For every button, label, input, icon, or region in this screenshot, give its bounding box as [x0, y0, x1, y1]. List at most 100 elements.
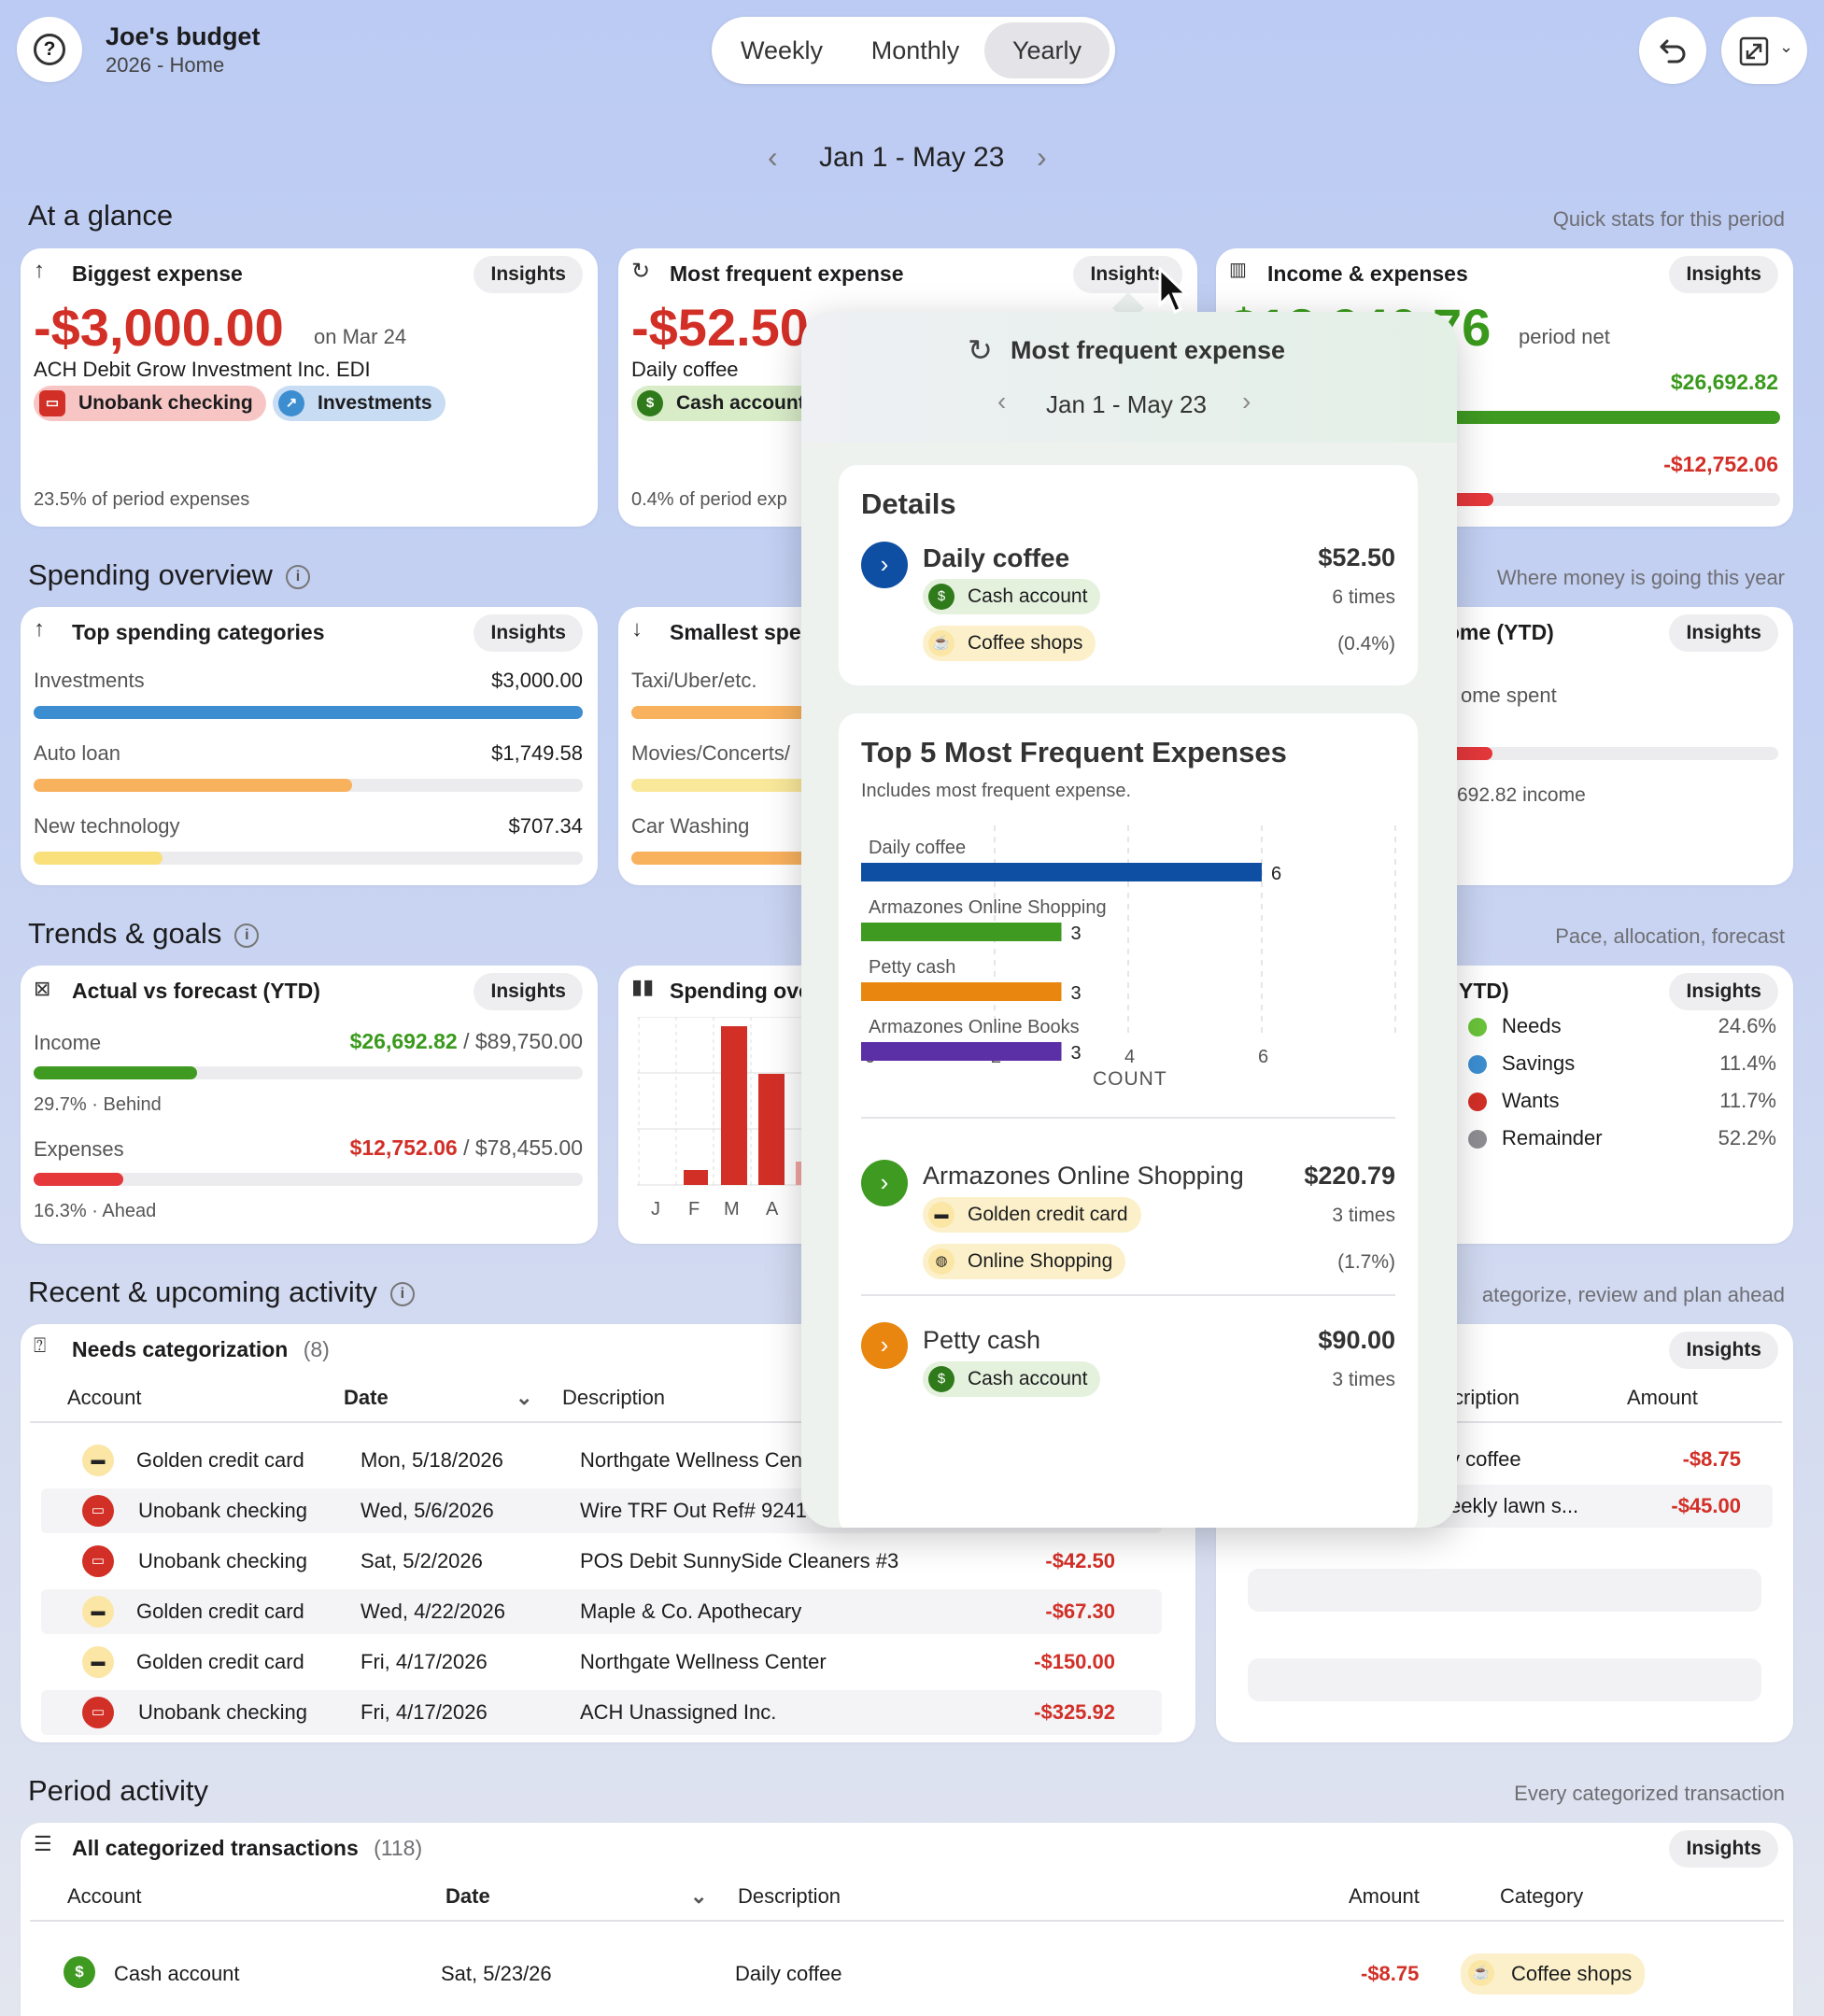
row-date: Sat, 5/23/26 — [441, 1962, 552, 1985]
category-label: Petty cash — [869, 957, 955, 978]
tab-yearly[interactable]: Yearly — [984, 22, 1110, 78]
bar — [861, 863, 1262, 881]
table-row[interactable]: ▬ Golden credit card Wed, 4/22/2026 Maple &… — [41, 1589, 1162, 1634]
row-amount: -$8.75 — [1682, 1447, 1741, 1471]
category-name: New technology — [34, 814, 180, 838]
category-name: Investments — [34, 669, 145, 692]
info-icon[interactable]: i — [389, 1281, 415, 1306]
income-amount: $26,692.82 — [1670, 370, 1778, 394]
table-row[interactable]: ▭ Unobank checking Fri, 4/17/2026 ACH Unass… — [41, 1690, 1162, 1735]
card-title: Actual vs forecast (YTD) — [72, 979, 320, 1003]
column-header-date[interactable]: Date ⌄ — [344, 1386, 532, 1410]
insights-button[interactable]: Insights — [1669, 614, 1778, 652]
list-item[interactable]: › Petty cash $90.00 $ Cash account 3 time… — [839, 1311, 1418, 1451]
column-header-amount[interactable]: Amount — [1349, 1884, 1420, 1909]
table-row[interactable]: ▭ Unobank checking Sat, 5/2/2026 POS Debit … — [41, 1539, 1162, 1584]
column-header-date[interactable]: Date ⌄ — [445, 1884, 707, 1909]
arrow-up-icon: ↑ — [34, 258, 45, 283]
row-account: Unobank checking — [138, 1499, 308, 1522]
bank-icon: ▭ — [82, 1697, 114, 1728]
net-label: period net — [1519, 325, 1610, 348]
tab-weekly[interactable]: Weekly — [717, 22, 846, 78]
expand-button[interactable]: › — [861, 1160, 908, 1206]
frequent-desc: Daily coffee — [631, 358, 739, 381]
insights-button[interactable]: Insights — [1669, 1332, 1778, 1369]
chart-line-icon: ↗ — [278, 390, 304, 416]
app-subtitle: 2026 - Home — [106, 53, 225, 77]
column-header-amount[interactable]: Amount — [1627, 1386, 1698, 1410]
popover-date-prev[interactable]: ‹ — [997, 387, 1006, 416]
category-bar — [34, 852, 163, 865]
category-chip[interactable]: ☕ Coffee shops — [923, 626, 1096, 661]
row-description: eekly lawn s... — [1449, 1494, 1579, 1517]
row-account: Golden credit card — [136, 1650, 304, 1673]
category-chip[interactable]: ☕ Coffee shops — [1461, 1953, 1646, 1995]
list-icon: ☰ — [34, 1832, 52, 1855]
account-chip[interactable]: ▬ Golden credit card — [923, 1197, 1141, 1233]
category-value: $707.34 — [508, 814, 583, 838]
category-chip[interactable]: ↗ Investments — [273, 386, 445, 421]
column-header-description[interactable]: cription — [1453, 1386, 1520, 1410]
month-bar — [758, 1074, 785, 1185]
popover-date-next[interactable]: › — [1242, 387, 1251, 416]
bank-icon: ▭ — [39, 390, 65, 416]
account-chip[interactable]: $ Cash account — [923, 1361, 1101, 1397]
insights-button[interactable]: Insights — [1669, 256, 1778, 293]
table-row[interactable]: ▬ Golden credit card Fri, 4/17/2026 Northga… — [41, 1640, 1162, 1685]
expand-menu-button[interactable]: ⌄ — [1721, 17, 1807, 84]
forecast-icon: ⊠ — [34, 977, 51, 1000]
column-header-account[interactable]: Account — [67, 1386, 142, 1410]
popover-title: Most frequent expense — [1011, 336, 1286, 364]
column-header-category[interactable]: Category — [1500, 1884, 1583, 1909]
row-date: Wed, 4/22/2026 — [361, 1600, 505, 1623]
details-panel: Details › Daily coffee $52.50 $ Cash acco… — [839, 465, 1418, 685]
insights-button[interactable]: Insights — [474, 973, 583, 1010]
expand-button[interactable]: › — [861, 1322, 908, 1369]
info-icon[interactable]: i — [285, 564, 310, 589]
account-chip[interactable]: $ Cash account — [923, 579, 1101, 614]
actual-vs-forecast-card[interactable]: ⊠ Actual vs forecast (YTD) Insights Inco… — [21, 966, 598, 1244]
list-item[interactable]: › Armazones Online Shopping $220.79 ▬ Gol… — [839, 1135, 1418, 1279]
account-chip[interactable]: ▭ Unobank checking — [34, 386, 266, 421]
allocation-legend: Needs 24.6% Savings 11.4% Wants 11.7% Remai… — [1466, 1012, 1776, 1162]
biggest-expense-card[interactable]: ↑ Biggest expense Insights -$3,000.00 on… — [21, 248, 598, 527]
row-description: ACH Unassigned Inc. — [580, 1700, 777, 1724]
category-chip[interactable]: ◍ Online Shopping — [923, 1244, 1126, 1279]
insights-popover: ↻ Most frequent expense ‹ Jan 1 - May 23… — [801, 312, 1457, 1528]
column-header-account[interactable]: Account — [67, 1884, 142, 1909]
row-date: Wed, 5/6/2026 — [361, 1499, 494, 1522]
bar — [861, 923, 1062, 941]
date-next-button[interactable]: › — [1037, 140, 1047, 175]
bar — [861, 1042, 1062, 1061]
account-chip[interactable]: $ Cash account — [631, 386, 818, 421]
info-icon[interactable]: i — [234, 923, 260, 948]
insights-button[interactable]: Insights — [474, 256, 583, 293]
column-header-description[interactable]: Description — [738, 1884, 841, 1909]
legend-dot — [1468, 1055, 1487, 1074]
tab-monthly[interactable]: Monthly — [850, 22, 981, 78]
chevron-down-icon: ⌄ — [516, 1386, 533, 1409]
arrow-down-icon: ↓ — [631, 616, 643, 641]
top-categories-card[interactable]: ↑ Top spending categories Insights Inves… — [21, 607, 598, 885]
section-subtitle-period: Every categorized transaction — [1514, 1782, 1785, 1805]
insights-button[interactable]: Insights — [1669, 973, 1778, 1010]
chart-x-label: COUNT — [1093, 1068, 1167, 1090]
column-header-description[interactable]: Description — [562, 1386, 665, 1410]
expense-bar — [34, 1173, 123, 1186]
row-description: y coffee — [1449, 1447, 1521, 1471]
bank-icon: ▭ — [82, 1545, 114, 1577]
month-label: F — [688, 1199, 700, 1219]
item-amount: $90.00 — [1318, 1326, 1395, 1354]
insights-button[interactable]: Insights — [1669, 1830, 1778, 1868]
date-prev-button[interactable]: ‹ — [768, 140, 778, 175]
undo-button[interactable] — [1639, 17, 1706, 84]
insights-button[interactable]: Insights — [474, 614, 583, 652]
item-times: 3 times — [1332, 1205, 1395, 1226]
help-button[interactable]: ? — [17, 17, 82, 82]
row-description: Daily coffee — [735, 1962, 842, 1985]
details-expand-button[interactable]: › — [861, 542, 908, 588]
row-description: POS Debit SunnySide Cleaners #3 — [580, 1549, 899, 1572]
table-row[interactable]: $ Cash account Sat, 5/23/26 Daily coffee… — [30, 1950, 1776, 1998]
question-tag-icon: ⍰ — [34, 1333, 47, 1357]
bank-icon: ▭ — [82, 1495, 114, 1527]
